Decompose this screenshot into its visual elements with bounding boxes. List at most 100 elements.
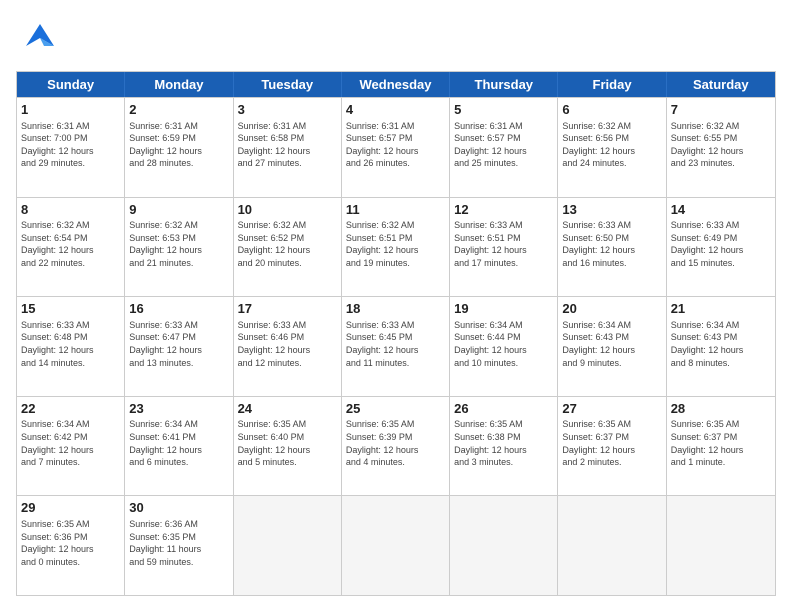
- day-number: 20: [562, 300, 661, 318]
- calendar: SundayMondayTuesdayWednesdayThursdayFrid…: [16, 71, 776, 596]
- day-number: 5: [454, 101, 553, 119]
- calendar-cell: 24Sunrise: 6:35 AMSunset: 6:40 PMDayligh…: [234, 397, 342, 496]
- logo-bird-icon: [16, 16, 64, 61]
- day-number: 4: [346, 101, 445, 119]
- calendar-cell: 17Sunrise: 6:33 AMSunset: 6:46 PMDayligh…: [234, 297, 342, 396]
- day-info: Sunrise: 6:35 AMSunset: 6:37 PMDaylight:…: [562, 418, 661, 468]
- header-day-saturday: Saturday: [667, 72, 775, 97]
- calendar-week-1: 8Sunrise: 6:32 AMSunset: 6:54 PMDaylight…: [17, 197, 775, 297]
- calendar-cell: [558, 496, 666, 595]
- day-number: 11: [346, 201, 445, 219]
- calendar-cell: [667, 496, 775, 595]
- day-info: Sunrise: 6:31 AMSunset: 6:57 PMDaylight:…: [346, 120, 445, 170]
- day-info: Sunrise: 6:35 AMSunset: 6:37 PMDaylight:…: [671, 418, 771, 468]
- day-info: Sunrise: 6:34 AMSunset: 6:43 PMDaylight:…: [562, 319, 661, 369]
- calendar-cell: 8Sunrise: 6:32 AMSunset: 6:54 PMDaylight…: [17, 198, 125, 297]
- day-info: Sunrise: 6:32 AMSunset: 6:55 PMDaylight:…: [671, 120, 771, 170]
- day-number: 24: [238, 400, 337, 418]
- day-number: 10: [238, 201, 337, 219]
- day-number: 28: [671, 400, 771, 418]
- calendar-cell: 25Sunrise: 6:35 AMSunset: 6:39 PMDayligh…: [342, 397, 450, 496]
- calendar-cell: 14Sunrise: 6:33 AMSunset: 6:49 PMDayligh…: [667, 198, 775, 297]
- calendar-cell: 7Sunrise: 6:32 AMSunset: 6:55 PMDaylight…: [667, 98, 775, 197]
- calendar-cell: 6Sunrise: 6:32 AMSunset: 6:56 PMDaylight…: [558, 98, 666, 197]
- calendar-cell: [234, 496, 342, 595]
- calendar-body: 1Sunrise: 6:31 AMSunset: 7:00 PMDaylight…: [17, 97, 775, 595]
- day-info: Sunrise: 6:32 AMSunset: 6:52 PMDaylight:…: [238, 219, 337, 269]
- day-info: Sunrise: 6:31 AMSunset: 6:57 PMDaylight:…: [454, 120, 553, 170]
- header: [16, 16, 776, 61]
- day-number: 29: [21, 499, 120, 517]
- day-number: 17: [238, 300, 337, 318]
- header-day-friday: Friday: [558, 72, 666, 97]
- calendar-cell: 30Sunrise: 6:36 AMSunset: 6:35 PMDayligh…: [125, 496, 233, 595]
- day-number: 9: [129, 201, 228, 219]
- day-number: 19: [454, 300, 553, 318]
- calendar-cell: 28Sunrise: 6:35 AMSunset: 6:37 PMDayligh…: [667, 397, 775, 496]
- day-info: Sunrise: 6:32 AMSunset: 6:54 PMDaylight:…: [21, 219, 120, 269]
- day-number: 3: [238, 101, 337, 119]
- calendar-cell: 5Sunrise: 6:31 AMSunset: 6:57 PMDaylight…: [450, 98, 558, 197]
- day-number: 15: [21, 300, 120, 318]
- calendar-cell: 21Sunrise: 6:34 AMSunset: 6:43 PMDayligh…: [667, 297, 775, 396]
- day-number: 18: [346, 300, 445, 318]
- calendar-cell: 1Sunrise: 6:31 AMSunset: 7:00 PMDaylight…: [17, 98, 125, 197]
- day-info: Sunrise: 6:31 AMSunset: 7:00 PMDaylight:…: [21, 120, 120, 170]
- day-number: 14: [671, 201, 771, 219]
- calendar-week-2: 15Sunrise: 6:33 AMSunset: 6:48 PMDayligh…: [17, 296, 775, 396]
- calendar-cell: 13Sunrise: 6:33 AMSunset: 6:50 PMDayligh…: [558, 198, 666, 297]
- calendar-cell: 18Sunrise: 6:33 AMSunset: 6:45 PMDayligh…: [342, 297, 450, 396]
- header-day-thursday: Thursday: [450, 72, 558, 97]
- day-info: Sunrise: 6:34 AMSunset: 6:43 PMDaylight:…: [671, 319, 771, 369]
- calendar-cell: 3Sunrise: 6:31 AMSunset: 6:58 PMDaylight…: [234, 98, 342, 197]
- day-number: 22: [21, 400, 120, 418]
- calendar-cell: 10Sunrise: 6:32 AMSunset: 6:52 PMDayligh…: [234, 198, 342, 297]
- day-number: 25: [346, 400, 445, 418]
- header-day-sunday: Sunday: [17, 72, 125, 97]
- calendar-cell: 20Sunrise: 6:34 AMSunset: 6:43 PMDayligh…: [558, 297, 666, 396]
- calendar-cell: 26Sunrise: 6:35 AMSunset: 6:38 PMDayligh…: [450, 397, 558, 496]
- day-number: 7: [671, 101, 771, 119]
- calendar-cell: 29Sunrise: 6:35 AMSunset: 6:36 PMDayligh…: [17, 496, 125, 595]
- day-info: Sunrise: 6:33 AMSunset: 6:47 PMDaylight:…: [129, 319, 228, 369]
- day-number: 2: [129, 101, 228, 119]
- header-day-tuesday: Tuesday: [234, 72, 342, 97]
- day-info: Sunrise: 6:34 AMSunset: 6:44 PMDaylight:…: [454, 319, 553, 369]
- calendar-cell: [450, 496, 558, 595]
- day-info: Sunrise: 6:34 AMSunset: 6:41 PMDaylight:…: [129, 418, 228, 468]
- day-number: 21: [671, 300, 771, 318]
- day-info: Sunrise: 6:35 AMSunset: 6:36 PMDaylight:…: [21, 518, 120, 568]
- calendar-week-0: 1Sunrise: 6:31 AMSunset: 7:00 PMDaylight…: [17, 97, 775, 197]
- calendar-cell: 27Sunrise: 6:35 AMSunset: 6:37 PMDayligh…: [558, 397, 666, 496]
- day-info: Sunrise: 6:35 AMSunset: 6:38 PMDaylight:…: [454, 418, 553, 468]
- calendar-cell: [342, 496, 450, 595]
- day-info: Sunrise: 6:33 AMSunset: 6:50 PMDaylight:…: [562, 219, 661, 269]
- calendar-cell: 15Sunrise: 6:33 AMSunset: 6:48 PMDayligh…: [17, 297, 125, 396]
- day-info: Sunrise: 6:33 AMSunset: 6:46 PMDaylight:…: [238, 319, 337, 369]
- logo: [16, 16, 68, 61]
- header-day-wednesday: Wednesday: [342, 72, 450, 97]
- day-number: 8: [21, 201, 120, 219]
- day-number: 1: [21, 101, 120, 119]
- day-info: Sunrise: 6:33 AMSunset: 6:48 PMDaylight:…: [21, 319, 120, 369]
- day-number: 12: [454, 201, 553, 219]
- day-info: Sunrise: 6:33 AMSunset: 6:45 PMDaylight:…: [346, 319, 445, 369]
- page: SundayMondayTuesdayWednesdayThursdayFrid…: [0, 0, 792, 612]
- day-info: Sunrise: 6:33 AMSunset: 6:51 PMDaylight:…: [454, 219, 553, 269]
- day-info: Sunrise: 6:31 AMSunset: 6:58 PMDaylight:…: [238, 120, 337, 170]
- day-number: 6: [562, 101, 661, 119]
- day-info: Sunrise: 6:36 AMSunset: 6:35 PMDaylight:…: [129, 518, 228, 568]
- day-info: Sunrise: 6:32 AMSunset: 6:56 PMDaylight:…: [562, 120, 661, 170]
- day-info: Sunrise: 6:32 AMSunset: 6:53 PMDaylight:…: [129, 219, 228, 269]
- day-number: 27: [562, 400, 661, 418]
- calendar-cell: 19Sunrise: 6:34 AMSunset: 6:44 PMDayligh…: [450, 297, 558, 396]
- calendar-cell: 22Sunrise: 6:34 AMSunset: 6:42 PMDayligh…: [17, 397, 125, 496]
- calendar-cell: 9Sunrise: 6:32 AMSunset: 6:53 PMDaylight…: [125, 198, 233, 297]
- day-info: Sunrise: 6:32 AMSunset: 6:51 PMDaylight:…: [346, 219, 445, 269]
- day-info: Sunrise: 6:35 AMSunset: 6:40 PMDaylight:…: [238, 418, 337, 468]
- day-number: 13: [562, 201, 661, 219]
- calendar-week-4: 29Sunrise: 6:35 AMSunset: 6:36 PMDayligh…: [17, 495, 775, 595]
- day-info: Sunrise: 6:35 AMSunset: 6:39 PMDaylight:…: [346, 418, 445, 468]
- day-number: 16: [129, 300, 228, 318]
- calendar-cell: 2Sunrise: 6:31 AMSunset: 6:59 PMDaylight…: [125, 98, 233, 197]
